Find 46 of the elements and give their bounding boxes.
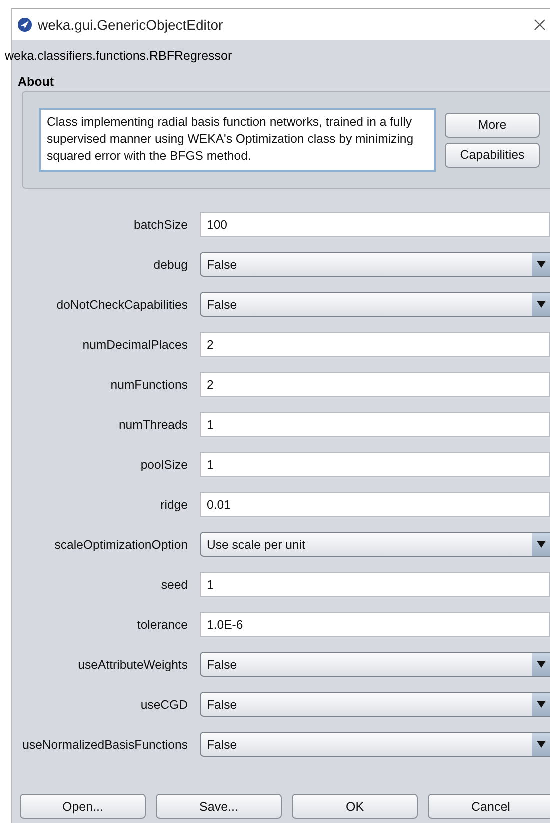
window-title: weka.gui.GenericObjectEditor (38, 16, 224, 32)
dropdown-arrow-icon (536, 541, 546, 548)
property-label: scaleOptimizationOption (54, 538, 188, 552)
property-label: doNotCheckCapabilities (56, 298, 188, 312)
class-name: weka.classifiers.functions.RBFRegressor (5, 48, 234, 65)
dialog-button[interactable]: OK (292, 794, 418, 819)
property-label: batchSize (132, 218, 188, 232)
property-dropdown[interactable]: False (200, 692, 550, 717)
property-label: poolSize (140, 458, 188, 472)
property-dropdown[interactable]: False (200, 732, 550, 757)
property-dropdown[interactable]: Use scale per unit (200, 532, 550, 557)
close-icon[interactable] (534, 18, 546, 30)
property-field[interactable]: 2 (200, 372, 550, 397)
property-label: useAttributeWeights (77, 658, 188, 672)
dialog-button[interactable]: Cancel (428, 794, 550, 819)
property-label: debug (152, 258, 188, 272)
property-label: seed (160, 578, 188, 592)
about-button[interactable]: Capabilities (445, 142, 540, 168)
about-button[interactable]: More (445, 112, 540, 138)
property-field[interactable]: 1.0E-6 (200, 612, 550, 637)
property-label: ridge (160, 498, 188, 512)
dialog-button[interactable]: Save... (156, 794, 282, 819)
property-label: useNormalizedBasisFunctions (22, 738, 188, 752)
property-label: tolerance (136, 618, 188, 632)
dialog-button[interactable]: Open... (20, 794, 146, 819)
property-label: numFunctions (110, 378, 188, 392)
property-field[interactable]: 1 (200, 572, 550, 597)
property-field[interactable]: 2 (200, 332, 550, 357)
dropdown-arrow-icon (536, 741, 546, 748)
property-label: numDecimalPlaces (82, 338, 188, 352)
app-icon (18, 18, 32, 32)
dropdown-arrow-icon (536, 701, 546, 708)
about-text: Class implementing radial basis function networks, trained in a fully supervised manner using WEKA's Optimization class by minimizing squared error with the BFGS method. (39, 108, 436, 172)
dropdown-arrow-icon (536, 261, 546, 268)
about-heading: About (17, 74, 56, 89)
property-field[interactable]: 1 (200, 412, 550, 437)
property-label: numThreads (118, 418, 188, 432)
property-dropdown[interactable]: False (200, 292, 550, 317)
property-field[interactable]: 1 (200, 452, 550, 477)
property-field[interactable]: 100 (200, 212, 550, 237)
property-dropdown[interactable]: False (200, 652, 550, 677)
property-label: useCGD (140, 698, 188, 712)
property-dropdown[interactable]: False (200, 252, 550, 277)
property-field[interactable]: 0.01 (200, 492, 550, 517)
dropdown-arrow-icon (536, 661, 546, 668)
dropdown-arrow-icon (536, 301, 546, 308)
